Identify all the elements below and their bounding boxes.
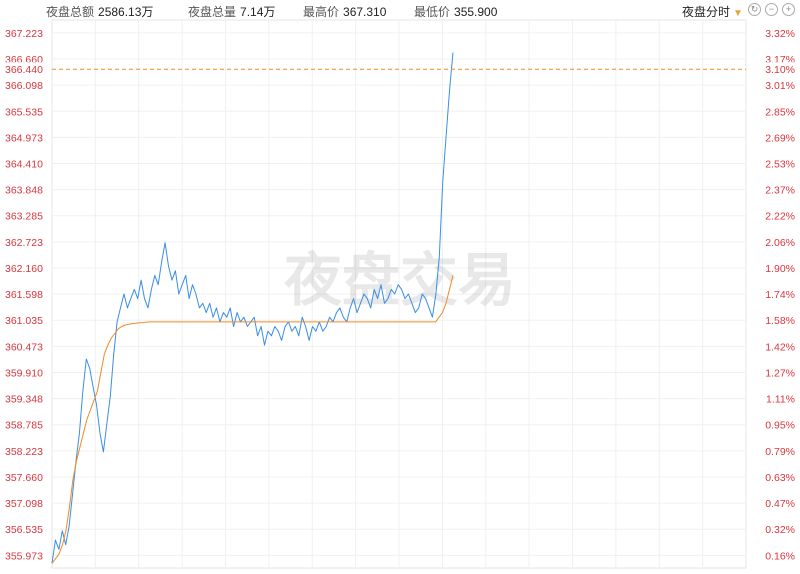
intraday-chart: 夜盘交易 367.223366.660366.098365.535364.973… (1, 19, 798, 569)
percent-tick-label: 3.01% (765, 80, 795, 92)
watermark: 夜盘交易 (283, 248, 516, 313)
price-tick-label: 359.348 (5, 394, 43, 406)
price-tick-label: 361.035 (5, 315, 43, 327)
percent-tick-label: 0.16% (765, 550, 795, 562)
price-tick-label: 358.223 (5, 446, 43, 458)
percent-tick-label: 0.32% (765, 524, 795, 536)
price-tick-label: 357.660 (5, 472, 43, 484)
percent-tick-label: 1.90% (765, 263, 795, 275)
percent-tick-label: 1.58% (765, 315, 795, 327)
price-tick-label: 357.098 (5, 498, 43, 510)
price-tick-label: 365.535 (5, 106, 43, 118)
percent-tick-label: 0.95% (765, 420, 795, 432)
price-tick-label: 366.098 (5, 80, 43, 92)
percent-tick-label: 0.47% (765, 498, 795, 510)
percent-tick-label: 2.53% (765, 159, 795, 171)
price-tick-label: 362.723 (5, 237, 43, 249)
price-tick-label: 360.473 (5, 341, 43, 353)
price-tick-label: 367.223 (5, 28, 43, 40)
percent-tick-label: 2.37% (765, 185, 795, 197)
percent-tick-label: 2.22% (765, 211, 795, 223)
price-tick-label: 364.973 (5, 132, 43, 144)
price-tick-label: 356.535 (5, 524, 43, 536)
percent-tick-label: 2.06% (765, 237, 795, 249)
percent-tick-label: 1.11% (766, 394, 795, 406)
current-price-label: 366.440 (5, 64, 43, 76)
percent-tick-label: 2.85% (765, 106, 795, 118)
price-tick-label: 359.910 (5, 367, 43, 379)
current-change-label: 3.10% (765, 64, 795, 76)
percent-tick-label: 2.69% (765, 132, 795, 144)
percent-tick-label: 0.63% (765, 472, 795, 484)
percent-tick-label: 0.79% (765, 446, 795, 458)
percent-tick-label: 3.32% (765, 28, 795, 40)
price-tick-label: 358.785 (5, 420, 43, 432)
percent-tick-label: 1.74% (765, 289, 795, 301)
percent-tick-label: 1.42% (765, 341, 795, 353)
price-tick-label: 363.848 (5, 185, 43, 197)
price-axis: 367.223366.660366.098365.535364.973364.4… (5, 28, 43, 562)
price-tick-label: 362.160 (5, 263, 43, 275)
price-tick-label: 364.410 (5, 159, 43, 171)
percent-axis: 3.32%3.17%3.01%2.85%2.69%2.53%2.37%2.22%… (765, 28, 795, 562)
price-tick-label: 355.973 (5, 550, 43, 562)
average-line (51, 275, 454, 564)
price-tick-label: 361.598 (5, 289, 43, 301)
price-tick-label: 363.285 (5, 211, 43, 223)
percent-tick-label: 1.27% (765, 367, 795, 379)
